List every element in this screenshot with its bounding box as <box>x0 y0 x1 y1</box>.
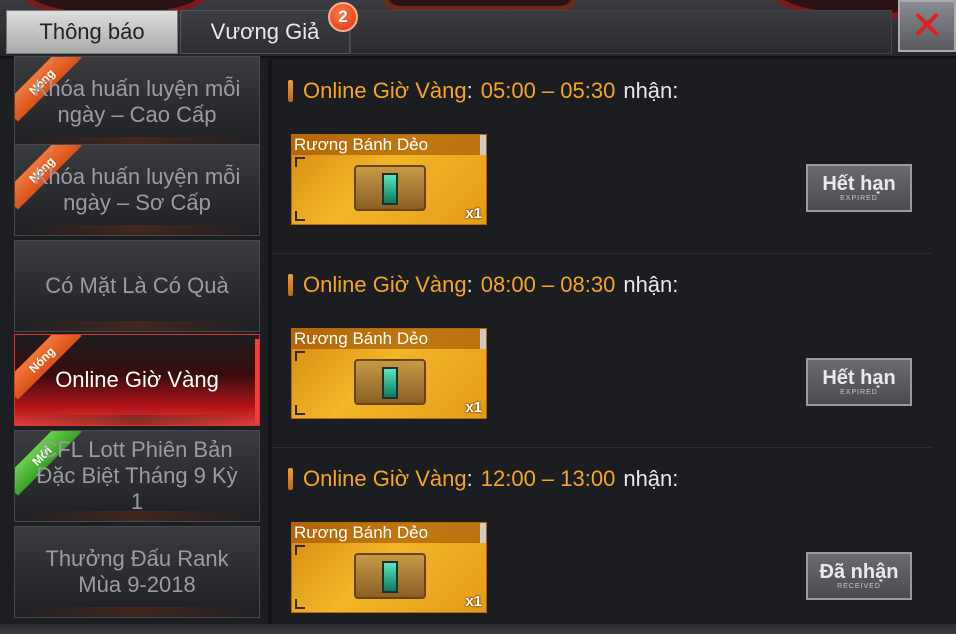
reward-entry: Online Giờ Vàng : 12:00 – 13:00 nhận: Rư… <box>272 448 932 634</box>
close-icon: ✕ <box>910 4 944 48</box>
reward-item-card[interactable]: Rương Bánh Dẻo x1 <box>291 522 487 613</box>
sidebar-item-label: Thưởng Đấu Rank Mùa 9-2018 <box>45 546 229 597</box>
sidebar-item-training-basic[interactable]: Nóng Khóa huấn luyện mỗi ngày – Sơ Cấp <box>14 144 260 236</box>
reward-title: Online Giờ Vàng : 12:00 – 13:00 nhận: <box>288 466 678 492</box>
chest-icon <box>354 553 426 599</box>
sidebar-item-label: Online Giờ Vàng <box>55 367 219 392</box>
status-sublabel: RECEIVED <box>837 583 881 590</box>
expired-button[interactable]: Hết hạn EXPIRED <box>806 164 912 212</box>
chest-icon <box>354 165 426 211</box>
sidebar-item-label: Khóa huấn luyện mỗi ngày – Sơ Cấp <box>33 164 241 215</box>
chest-lock <box>382 367 398 399</box>
sidebar-item-rank-reward[interactable]: Thưởng Đấu Rank Mùa 9-2018 <box>14 526 260 618</box>
corner-decoration <box>295 211 305 221</box>
sidebar-item-online-gio-vang[interactable]: Nóng Online Giờ Vàng <box>14 334 260 426</box>
item-quantity: x1 <box>465 399 482 416</box>
sidebar-item-label: Có Mặt Là Có Quà <box>45 273 229 298</box>
title-marker <box>288 80 293 102</box>
sidebar-item-attendance-gift[interactable]: Có Mặt Là Có Quà <box>14 240 260 332</box>
receive-label: nhận: <box>623 466 679 491</box>
chest-lock <box>382 561 398 593</box>
receive-label: nhận: <box>623 78 679 103</box>
item-name: Rương Bánh Dẻo <box>292 523 482 543</box>
status-sublabel: EXPIRED <box>840 195 878 202</box>
separator: : <box>466 272 473 297</box>
receive-label: nhận: <box>623 272 679 297</box>
item-scroll-indicator <box>480 523 486 543</box>
tab-thong-bao[interactable]: Thông báo <box>6 10 178 54</box>
item-quantity: x1 <box>465 593 482 610</box>
reward-title: Online Giờ Vàng : 05:00 – 05:30 nhận: <box>288 78 678 104</box>
bottom-frame <box>0 624 956 634</box>
received-button[interactable]: Đã nhận RECEIVED <box>806 552 912 600</box>
corner-decoration <box>295 351 305 361</box>
sidebar-item-label: Khóa huấn luyện mỗi ngày – Cao Cấp <box>33 76 241 127</box>
expired-button[interactable]: Hết hạn EXPIRED <box>806 358 912 406</box>
event-name: Online Giờ Vàng <box>303 78 467 103</box>
corner-decoration <box>295 405 305 415</box>
time-range: 08:00 – 08:30 <box>480 272 616 297</box>
sidebar-item-cfl-lott[interactable]: Mới CFL Lott Phiên Bản Đặc Biệt Tháng 9 … <box>14 430 260 522</box>
top-bar: Thông báo Vương Giả 2 ✕ <box>0 0 956 58</box>
status-label: Hết hạn <box>822 367 896 389</box>
tab-vuong-gia[interactable]: Vương Giả <box>180 10 350 54</box>
item-quantity: x1 <box>465 205 482 222</box>
separator: : <box>466 78 473 103</box>
separator: : <box>466 466 473 491</box>
reward-list: Online Giờ Vàng : 05:00 – 05:30 nhận: Rư… <box>272 60 956 634</box>
reward-entry: Online Giờ Vàng : 08:00 – 08:30 nhận: Rư… <box>272 254 932 448</box>
item-scroll-indicator <box>480 329 486 349</box>
status-label: Hết hạn <box>822 173 896 195</box>
status-sublabel: EXPIRED <box>840 389 878 396</box>
title-marker <box>288 274 293 296</box>
corner-decoration <box>295 599 305 609</box>
sidebar-item-training-advanced[interactable]: Nóng Khóa huấn luyện mỗi ngày – Cao Cấp <box>14 56 260 148</box>
status-label: Đã nhận <box>819 561 899 583</box>
sidebar-item-label: CFL Lott Phiên Bản Đặc Biệt Tháng 9 Kỳ 1 <box>36 437 238 514</box>
reward-entry: Online Giờ Vàng : 05:00 – 05:30 nhận: Rư… <box>272 60 932 254</box>
title-marker <box>288 468 293 490</box>
notification-badge: 2 <box>328 2 358 32</box>
sidebar: Nóng Khóa huấn luyện mỗi ngày – Cao Cấp … <box>0 56 272 634</box>
tab-label: Thông báo <box>39 19 145 44</box>
corner-decoration <box>295 157 305 167</box>
item-name: Rương Bánh Dẻo <box>292 135 482 155</box>
event-name: Online Giờ Vàng <box>303 272 467 297</box>
reward-title: Online Giờ Vàng : 08:00 – 08:30 nhận: <box>288 272 678 298</box>
time-range: 12:00 – 13:00 <box>480 466 616 491</box>
close-button[interactable]: ✕ <box>898 0 956 52</box>
corner-decoration <box>295 545 305 555</box>
reward-item-card[interactable]: Rương Bánh Dẻo x1 <box>291 328 487 419</box>
item-scroll-indicator <box>480 135 486 155</box>
tab-bar-filler <box>350 10 892 54</box>
tab-label: Vương Giả <box>210 19 320 44</box>
event-name: Online Giờ Vàng <box>303 466 467 491</box>
chest-icon <box>354 359 426 405</box>
chest-lock <box>382 173 398 205</box>
item-name: Rương Bánh Dẻo <box>292 329 482 349</box>
reward-item-card[interactable]: Rương Bánh Dẻo x1 <box>291 134 487 225</box>
time-range: 05:00 – 05:30 <box>480 78 616 103</box>
